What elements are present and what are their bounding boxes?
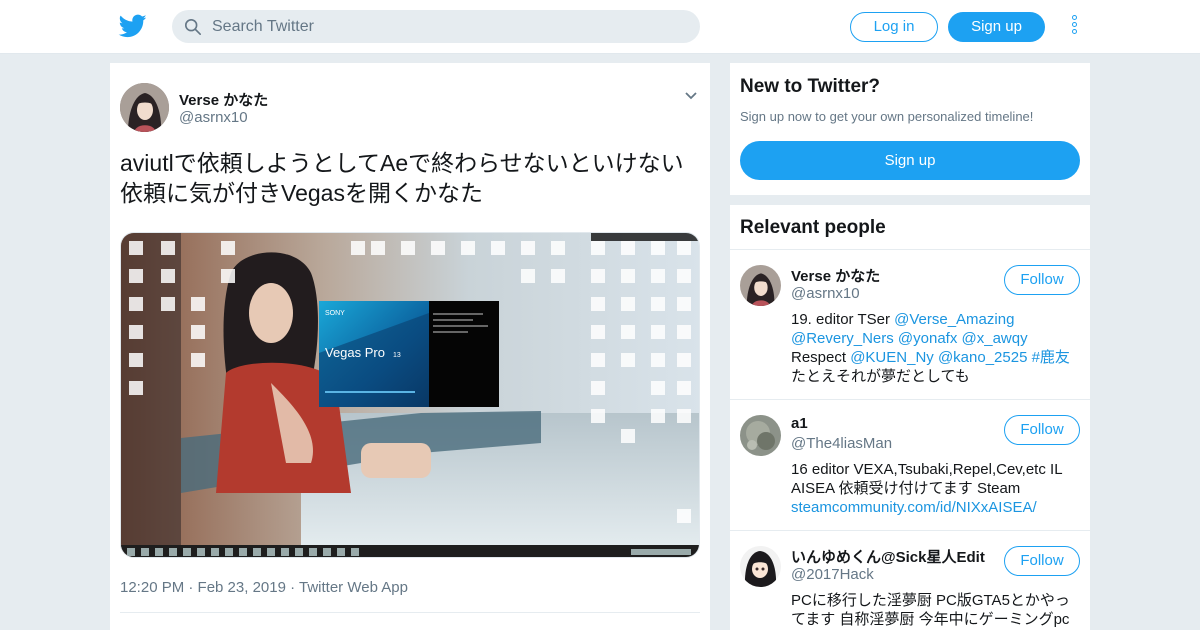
person-card: Verse かなた @asrnx10 Follow 19. editor TSe… [730,250,1090,400]
panel-title: New to Twitter? [740,76,881,97]
bio-link[interactable]: @Verse_Amazing [894,311,1014,328]
chevron-down-icon[interactable] [684,91,698,101]
avatar[interactable] [120,83,169,132]
vegas-brand: SONY [325,310,345,317]
search-input[interactable] [212,10,682,43]
bio-text: PCに移行した淫夢厨 PC版GTA5とかやっ [791,592,1070,609]
avatar[interactable] [740,265,781,306]
person-name[interactable]: Verse かなた [791,265,880,286]
person-handle[interactable]: @asrnx10 [791,285,860,302]
avatar[interactable] [740,546,781,587]
more-options-icon[interactable] [1069,15,1079,39]
panel-subtitle: Sign up now to get your own personalized… [740,109,1034,124]
author-name[interactable]: Verse かなた [179,89,268,110]
search-box[interactable] [172,10,700,43]
new-to-twitter-panel: New to Twitter? Sign up now to get your … [730,63,1090,195]
person-handle[interactable]: @The4liasMan [791,435,892,452]
signup-large-button[interactable]: Sign up [740,141,1080,180]
person-card: a1 @The4liasMan Follow 16 editor VEXA,Ts… [730,400,1090,531]
vegas-version: 13 [393,352,401,359]
bio-link[interactable]: @KUEN_Ny @kano_2525 #鹿友 [850,349,1070,366]
person-bio: 19. editor TSer @Verse_Amazing @Revery_N… [791,310,1081,386]
vegas-title: Vegas Pro [325,345,385,360]
person-handle[interactable]: @2017Hack [791,566,874,583]
person-bio: PCに移行した淫夢厨 PC版GTA5とかやっ てます 自称淫夢厨 今年中にゲーミ… [791,591,1081,629]
person-name[interactable]: a1 [791,415,808,432]
panel-title: Relevant people [740,217,886,238]
bio-text: 16 editor VEXA,Tsubaki,Repel,Cev,etc IL [791,461,1063,478]
person-card: いんゆめくん@Sick星人Edit @2017Hack Follow PCに移行… [730,531,1090,630]
author-handle[interactable]: @asrnx10 [179,109,248,126]
tweet-text: aviutlで依頼しようとしてAeで終わらせないといけない依頼に気が付きVega… [120,150,684,206]
person-bio: 16 editor VEXA,Tsubaki,Repel,Cev,etc IL … [791,460,1081,517]
bio-text: たとえそれが夢だとしても [791,368,970,385]
follow-button[interactable]: Follow [1004,265,1080,295]
login-button[interactable]: Log in [850,12,938,42]
top-bar: Log in Sign up [0,0,1200,54]
search-icon [184,18,202,36]
avatar[interactable] [740,415,781,456]
relevant-people-panel: Relevant people Verse かなた @asrnx10 Follo… [730,205,1090,630]
divider [120,612,700,613]
bio-text: 19. editor TSer [791,311,895,328]
signup-button[interactable]: Sign up [948,12,1045,42]
bio-text: Respect [791,349,851,366]
bio-link[interactable]: @Revery_Ners @yonafx @x_awqy [791,330,1028,347]
twitter-bird-icon[interactable] [118,12,148,40]
people-header: Relevant people [730,205,1090,250]
follow-button[interactable]: Follow [1004,415,1080,445]
tweet-timestamp[interactable]: 12:20 PM · Feb 23, 2019 · Twitter Web Ap… [120,579,408,596]
bio-text: AISEA 依頼受け付けてます Steam [791,480,1021,497]
person-name[interactable]: いんゆめくん@Sick星人Edit [791,546,985,567]
bio-text: てます 自称淫夢厨 今年中にゲーミングpc [791,611,1070,628]
tweet-media-image[interactable]: SONY Vegas Pro 13 [120,232,700,558]
follow-button[interactable]: Follow [1004,546,1080,576]
bio-link[interactable]: steamcommunity.com/id/NIXxAISEA/ [791,499,1037,516]
tweet-card: Verse かなた @asrnx10 aviutlで依頼しようとしてAeで終わら… [110,63,710,630]
